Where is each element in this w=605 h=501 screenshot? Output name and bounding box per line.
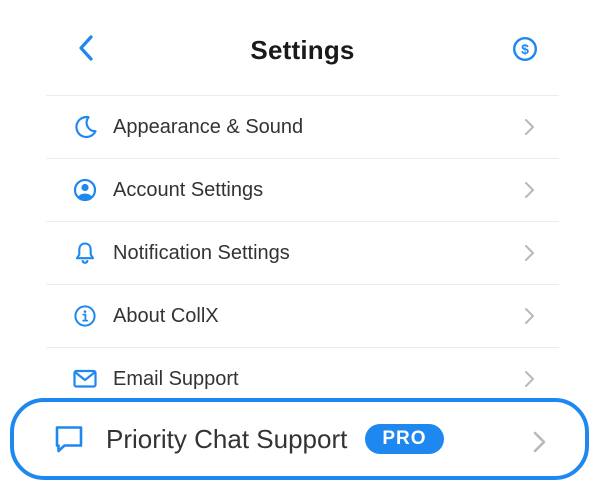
moon-icon	[72, 114, 98, 140]
menu-item-label: About CollX	[113, 304, 219, 327]
dollar-circle-icon: $	[512, 36, 538, 67]
priority-chat-label: Priority Chat Support	[106, 423, 348, 454]
pro-badge: PRO	[365, 424, 444, 454]
info-circle-icon	[72, 303, 98, 329]
priority-chat-support-button[interactable]: Priority Chat Support PRO	[10, 398, 589, 480]
envelope-icon	[72, 366, 98, 392]
menu-item-label: Email Support	[113, 367, 239, 390]
settings-menu: Appearance & Sound Account Settings Noti…	[46, 95, 559, 411]
chevron-right-icon	[521, 305, 537, 327]
pro-button[interactable]: $	[508, 34, 542, 68]
chevron-right-icon	[521, 116, 537, 138]
menu-item-label: Account Settings	[113, 178, 264, 201]
settings-screen: Settings $ Appearance & Sound Account Se…	[0, 0, 605, 501]
menu-item-about-collx[interactable]: About CollX	[46, 285, 559, 348]
svg-text:$: $	[521, 41, 529, 57]
chevron-right-icon	[529, 428, 549, 456]
chevron-right-icon	[521, 368, 537, 390]
menu-item-notification-settings[interactable]: Notification Settings	[46, 222, 559, 285]
user-circle-icon	[72, 177, 98, 203]
menu-item-account-settings[interactable]: Account Settings	[46, 159, 559, 222]
menu-item-label: Notification Settings	[113, 241, 290, 264]
chat-bubble-icon	[52, 422, 86, 456]
header: Settings $	[0, 0, 605, 96]
bell-icon	[72, 240, 98, 266]
chevron-right-icon	[521, 242, 537, 264]
chevron-right-icon	[521, 179, 537, 201]
menu-item-appearance-sound[interactable]: Appearance & Sound	[46, 96, 559, 159]
menu-item-label: Appearance & Sound	[113, 115, 304, 138]
